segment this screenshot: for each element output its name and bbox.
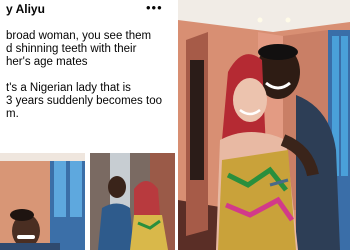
post-text-line-6: 3 years suddenly becomes too (6, 95, 162, 107)
post-text-line-3: her's age mates (6, 56, 88, 68)
main-couple-photo[interactable] (178, 0, 350, 250)
post-author-name[interactable]: y Aliyu (6, 2, 45, 16)
post-text-line-2: d shinning teeth with their (6, 43, 137, 55)
post-photo-1[interactable] (0, 153, 85, 250)
facebook-post-card: y Aliyu ••• broad woman, you see them d … (0, 0, 175, 250)
post-text-line-7: m. (6, 108, 19, 120)
post-text-line-5: t's a Nigerian lady that is (6, 82, 131, 94)
more-dots-icon[interactable]: ••• (146, 0, 163, 15)
post-photo-2[interactable] (90, 153, 175, 250)
post-text-line-1: broad woman, you see them (6, 30, 152, 42)
